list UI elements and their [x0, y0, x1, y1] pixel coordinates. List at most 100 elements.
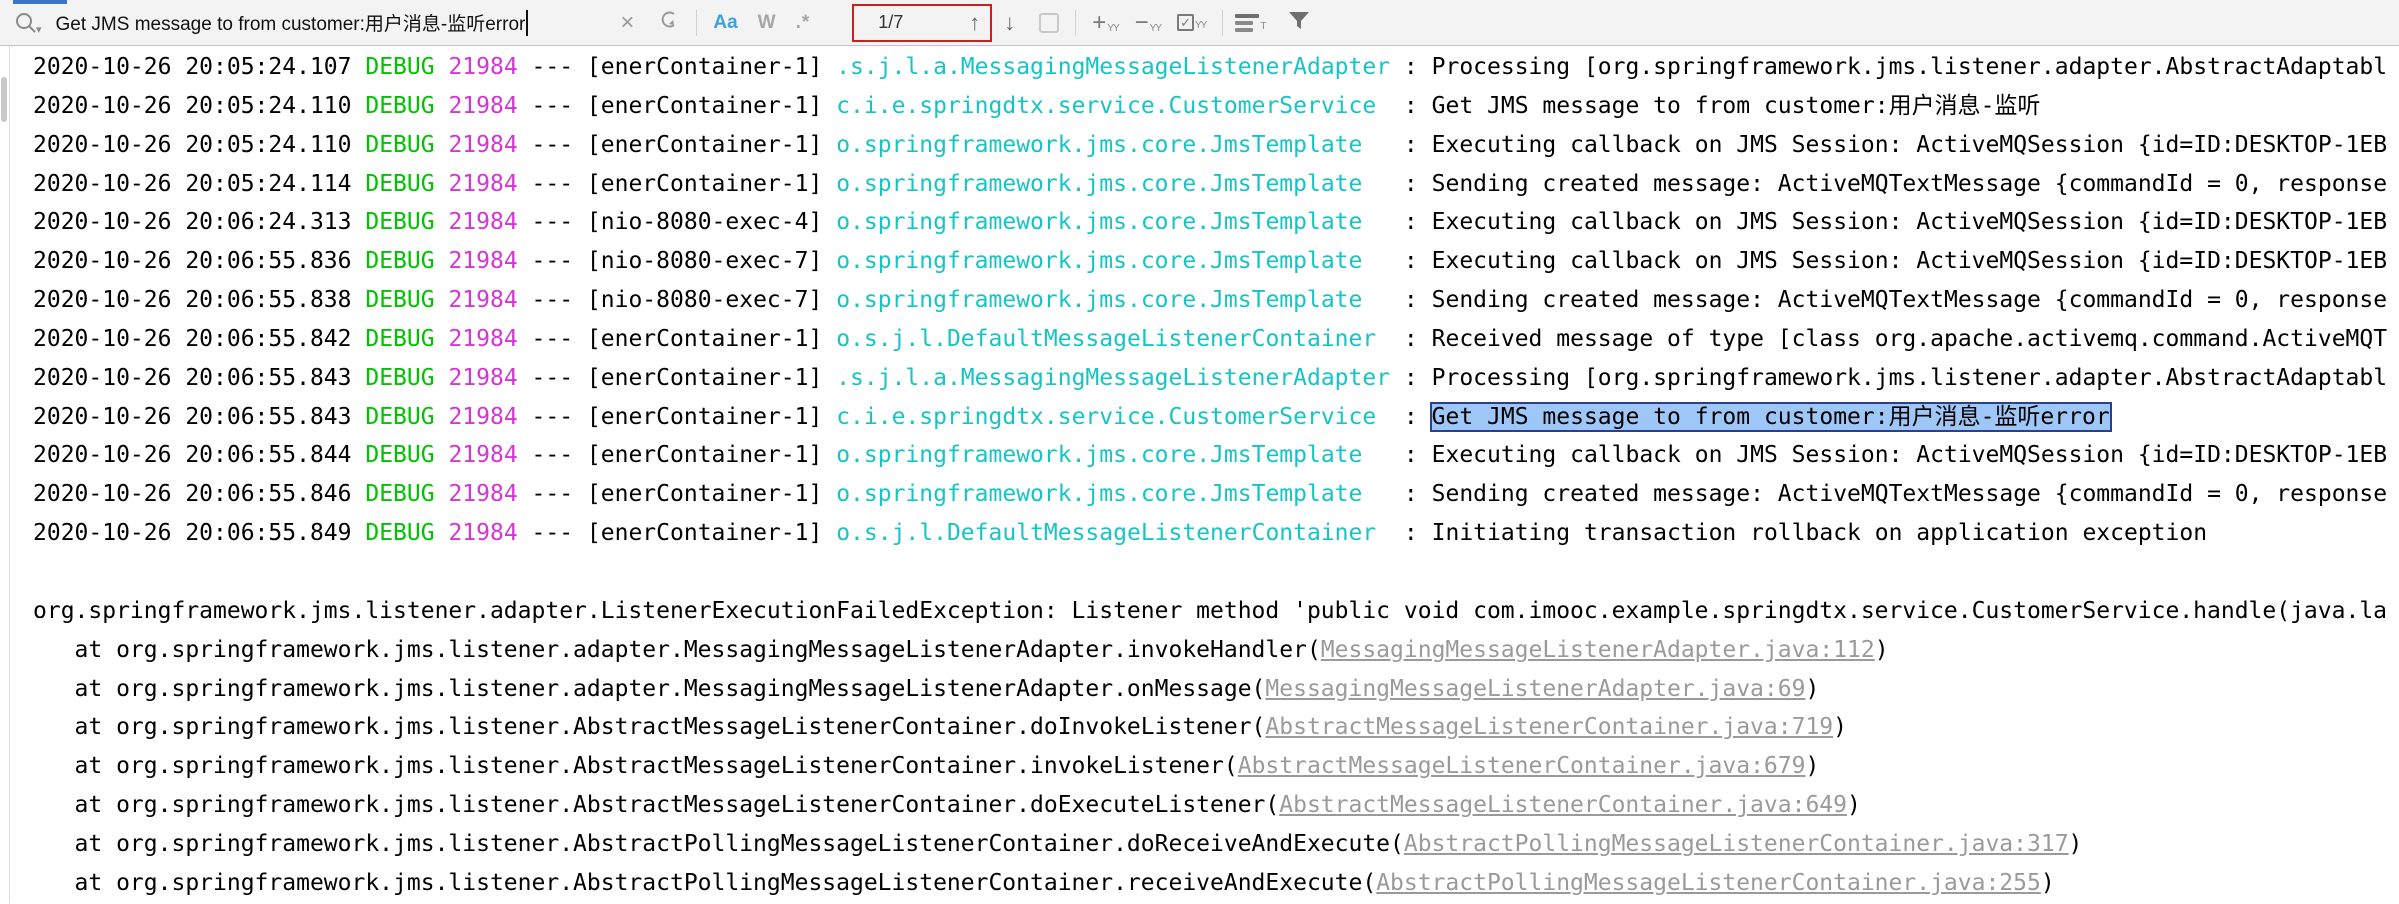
log-logger: o.springframework.jms.core.JmsTemplate [836, 442, 1390, 468]
find-toolbar: ▾ Get JMS message to from customer:用户消息-… [0, 0, 2399, 46]
scrollbar-thumb[interactable] [1, 77, 7, 122]
stack-frame-text: ) [2069, 831, 2083, 857]
stack-frame-link[interactable]: AbstractPollingMessageListenerContainer.… [1404, 831, 2069, 857]
log-timestamp: 2020-10-26 20:05:24.110 [33, 93, 365, 119]
log-separator: : [1390, 93, 1432, 119]
log-separator: : [1390, 171, 1432, 197]
console-gutter-divider [9, 46, 10, 903]
log-logger: o.springframework.jms.core.JmsTemplate [836, 481, 1390, 507]
log-pid: 21984 [435, 404, 518, 430]
search-options-caret-icon: ▾ [36, 25, 42, 35]
filter-funnel-icon[interactable] [1286, 7, 1312, 38]
log-timestamp: 2020-10-26 20:06:55.843 [33, 404, 365, 430]
log-message: Initiating transaction rollback on appli… [1432, 520, 2207, 546]
stack-frame-text: ) [1833, 714, 1847, 740]
stack-frame-text: ) [1875, 637, 1889, 663]
log-logger: o.springframework.jms.core.JmsTemplate [836, 209, 1390, 235]
log-logger: o.s.j.l.DefaultMessageListenerContainer [836, 326, 1390, 352]
toolbar-divider [1222, 10, 1223, 36]
log-message: Get JMS message to from customer:用户消息-监听 [1432, 93, 2041, 119]
stack-frame-link[interactable]: AbstractPollingMessageListenerContainer.… [1376, 870, 2041, 896]
stack-frame-link[interactable]: AbstractMessageListenerContainer.java:67… [1238, 753, 1806, 779]
log-logger: o.springframework.jms.core.JmsTemplate [836, 171, 1390, 197]
search-icon[interactable]: ▾ [14, 11, 42, 35]
log-level: DEBUG [365, 326, 434, 352]
stack-frame-text: at org.springframework.jms.listener.Abst… [33, 831, 1404, 857]
log-thread: --- [enerContainer-1] [518, 481, 837, 507]
match-counter: 1/7 [878, 12, 903, 33]
log-level: DEBUG [365, 248, 434, 274]
match-case-toggle[interactable]: Aa [713, 12, 737, 34]
find-in-selection-icon[interactable] [1039, 13, 1059, 33]
add-highlight-icon[interactable]: +YY [1092, 12, 1118, 34]
search-query-text: Get JMS message to from customer:用户消息-监听… [56, 9, 526, 36]
log-pid: 21984 [435, 132, 518, 158]
log-pid: 21984 [435, 93, 518, 119]
log-logger: c.i.e.springdtx.service.CustomerService [836, 93, 1390, 119]
log-thread: --- [enerContainer-1] [518, 365, 837, 391]
log-thread: --- [enerContainer-1] [518, 132, 837, 158]
log-separator: : [1390, 442, 1432, 468]
clear-search-icon[interactable]: × [620, 11, 634, 35]
stack-frame-text: ) [1805, 753, 1819, 779]
stack-frame-text: ) [2041, 870, 2055, 896]
log-level: DEBUG [365, 54, 434, 80]
log-level: DEBUG [365, 171, 434, 197]
log-logger: .s.j.l.a.MessagingMessageListenerAdapter [836, 54, 1390, 80]
toolbar-divider [1075, 10, 1076, 36]
log-timestamp: 2020-10-26 20:06:55.846 [33, 481, 365, 507]
log-pid: 21984 [435, 171, 518, 197]
log-message: Processing [org.springframework.jms.list… [1432, 54, 2387, 80]
log-level: DEBUG [365, 132, 434, 158]
regex-toggle[interactable]: .* [796, 12, 811, 34]
console-output[interactable]: 2020-10-26 20:05:24.107 DEBUG 21984 --- … [0, 46, 2399, 903]
log-pid: 21984 [435, 248, 518, 274]
remove-highlight-icon[interactable]: −YY [1135, 12, 1161, 34]
log-logger: o.springframework.jms.core.JmsTemplate [836, 248, 1390, 274]
log-level: DEBUG [365, 209, 434, 235]
whole-words-toggle[interactable]: W [758, 12, 776, 34]
log-pid: 21984 [435, 287, 518, 313]
log-level: DEBUG [365, 442, 434, 468]
log-thread: --- [nio-8080-exec-7] [518, 248, 837, 274]
log-separator: : [1390, 209, 1432, 235]
stack-frame-text: ) [1805, 676, 1819, 702]
search-input[interactable]: Get JMS message to from customer:用户消息-监听… [56, 9, 529, 36]
log-thread: --- [enerContainer-1] [518, 442, 837, 468]
console-window: ▾ Get JMS message to from customer:用户消息-… [0, 0, 2399, 904]
log-separator: : [1390, 326, 1432, 352]
stack-frame-link[interactable]: MessagingMessageListenerAdapter.java:69 [1265, 676, 1805, 702]
log-separator: : [1390, 481, 1432, 507]
log-message: Processing [org.springframework.jms.list… [1432, 365, 2387, 391]
log-timestamp: 2020-10-26 20:06:55.849 [33, 520, 365, 546]
search-history-icon[interactable] [656, 8, 680, 37]
stack-frame-link[interactable]: MessagingMessageListenerAdapter.java:112 [1321, 637, 1875, 663]
toggle-highlight-icon[interactable]: ✓YY [1177, 14, 1206, 31]
log-message: Sending created message: ActiveMQTextMes… [1432, 171, 2387, 197]
stack-frame-text: at org.springframework.jms.listener.Abst… [33, 870, 1376, 896]
log-timestamp: 2020-10-26 20:05:24.110 [33, 132, 365, 158]
log-logger: o.springframework.jms.core.JmsTemplate [836, 132, 1390, 158]
console-area: 2020-10-26 20:05:24.107 DEBUG 21984 --- … [0, 46, 2399, 903]
toolbar-divider [696, 10, 697, 36]
log-thread: --- [nio-8080-exec-4] [518, 209, 837, 235]
stack-frame-link[interactable]: AbstractMessageListenerContainer.java:64… [1279, 792, 1847, 818]
log-level: DEBUG [365, 287, 434, 313]
log-logger: o.springframework.jms.core.JmsTemplate [836, 287, 1390, 313]
log-thread: --- [enerContainer-1] [518, 404, 837, 430]
log-timestamp: 2020-10-26 20:06:55.843 [33, 365, 365, 391]
log-level: DEBUG [365, 93, 434, 119]
log-logger: .s.j.l.a.MessagingMessageListenerAdapter [836, 365, 1390, 391]
stack-frame-text: at org.springframework.jms.listener.Abst… [33, 714, 1265, 740]
log-pid: 21984 [435, 481, 518, 507]
log-message: Executing callback on JMS Session: Activ… [1432, 442, 2387, 468]
stack-frame-text: at org.springframework.jms.listener.adap… [33, 676, 1265, 702]
previous-match-icon[interactable]: ↑ [969, 12, 980, 34]
log-message: Sending created message: ActiveMQTextMes… [1432, 481, 2387, 507]
filter-lines-icon[interactable]: T [1235, 14, 1266, 32]
log-timestamp: 2020-10-26 20:06:55.844 [33, 442, 365, 468]
stack-frame-link[interactable]: AbstractMessageListenerContainer.java:71… [1265, 714, 1833, 740]
log-logger: c.i.e.springdtx.service.CustomerService [836, 404, 1390, 430]
next-match-icon[interactable]: ↓ [1004, 12, 1015, 34]
log-level: DEBUG [365, 404, 434, 430]
